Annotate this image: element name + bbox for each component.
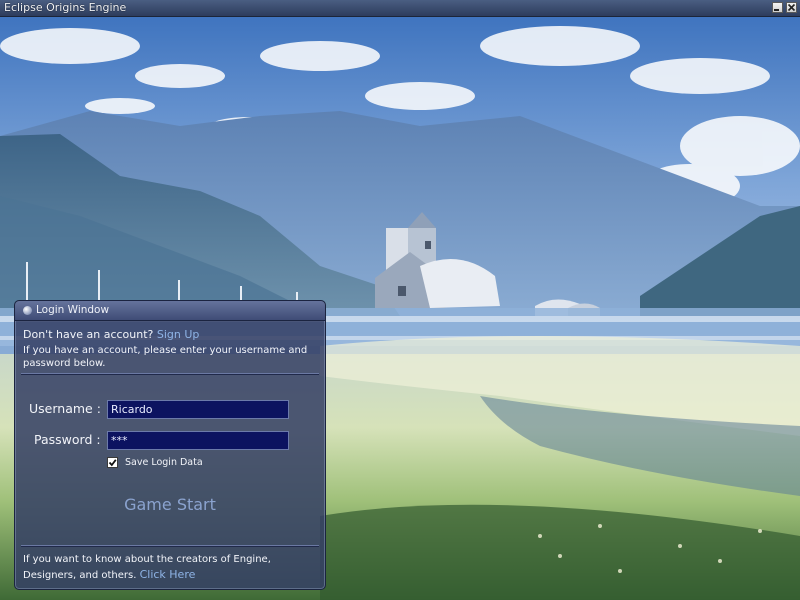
credits-row: If you want to know about the creators o… bbox=[23, 552, 319, 583]
window-title: Eclipse Origins Engine bbox=[4, 1, 127, 14]
save-login-label: Save Login Data bbox=[125, 457, 203, 468]
orb-icon bbox=[23, 306, 32, 315]
close-icon bbox=[787, 3, 796, 12]
minimize-icon bbox=[774, 9, 779, 11]
username-input[interactable] bbox=[107, 400, 289, 419]
close-button[interactable] bbox=[786, 2, 797, 13]
username-label: Username : bbox=[29, 401, 101, 416]
game-start-button[interactable]: Game Start bbox=[115, 494, 225, 516]
minimize-button[interactable] bbox=[772, 2, 783, 13]
save-login-checkbox[interactable] bbox=[107, 457, 118, 468]
login-window: Login Window Don't have an account? Sign… bbox=[14, 300, 326, 590]
signup-prompt: Don't have an account? bbox=[23, 328, 154, 341]
login-window-title: Login Window bbox=[36, 304, 110, 316]
credits-link[interactable]: Click Here bbox=[140, 568, 196, 581]
game-client-window: Eclipse Origins Engine Login Window Don'… bbox=[0, 0, 800, 600]
title-bar[interactable]: Eclipse Origins Engine bbox=[0, 0, 800, 17]
login-window-header[interactable]: Login Window bbox=[15, 301, 325, 321]
signup-link[interactable]: Sign Up bbox=[157, 328, 200, 341]
header-divider bbox=[21, 373, 319, 375]
footer-divider bbox=[21, 545, 319, 547]
checkmark-icon bbox=[108, 459, 117, 467]
password-label: Password : bbox=[34, 432, 101, 447]
signup-row: Don't have an account? Sign Up bbox=[23, 328, 199, 341]
login-instructions: If you have an account, please enter you… bbox=[23, 345, 308, 369]
password-input[interactable] bbox=[107, 431, 289, 450]
